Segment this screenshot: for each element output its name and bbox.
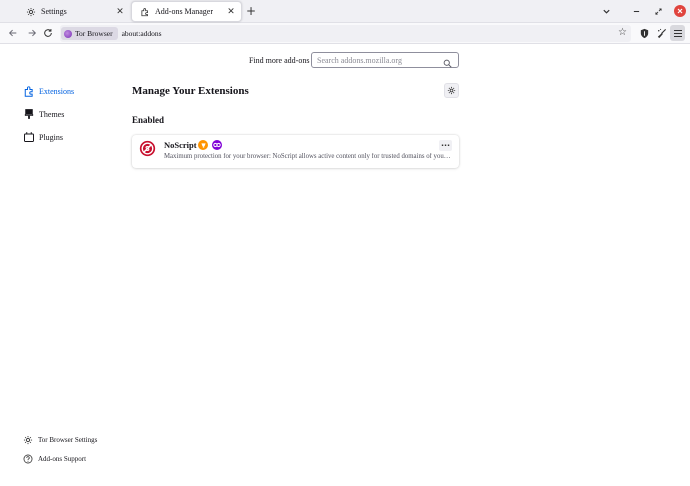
reload-button[interactable] [41, 26, 55, 40]
addon-card-noscript[interactable]: S NoScript Maximum protection for your b… [132, 135, 459, 168]
list-all-tabs-button[interactable] [599, 4, 613, 18]
search-placeholder: Search addons.mozilla.org [317, 55, 402, 65]
bookmark-star-icon[interactable]: ☆ [618, 27, 627, 38]
gear-icon [447, 86, 456, 95]
minimize-button[interactable] [628, 4, 644, 18]
minimize-icon [633, 10, 639, 12]
tab-addons-manager[interactable]: Add-ons Manager ✕ [131, 1, 242, 22]
addon-options-menu-button[interactable]: ··· [439, 140, 452, 151]
sidebar-item-label: Plugins [39, 132, 64, 142]
noscript-logo-icon: S [139, 140, 156, 157]
close-tab-icon[interactable]: ✕ [225, 6, 237, 18]
identity-box[interactable]: Tor Browser [61, 27, 118, 40]
brush-icon [23, 108, 35, 120]
puzzle-icon [23, 85, 35, 97]
new-tab-button[interactable]: + [244, 4, 258, 18]
tab-label: Add-ons Manager [155, 7, 213, 16]
nav-bar: Tor Browser about:addons ☆ [0, 23, 690, 44]
plugin-icon [23, 131, 35, 143]
svg-text:S: S [145, 145, 150, 153]
puzzle-icon [140, 7, 150, 17]
sidebar-item-plugins[interactable]: Plugins [23, 131, 63, 143]
addons-support-link[interactable]: Add-ons Support [23, 454, 86, 464]
search-addons-input[interactable]: Search addons.mozilla.org [311, 52, 459, 68]
addon-name[interactable]: NoScript [164, 140, 197, 150]
window-controls [622, 4, 686, 18]
recommended-badge-icon[interactable] [198, 140, 208, 150]
addons-page: Extensions Themes Plugins Tor Browser Se… [0, 44, 690, 486]
hamburger-icon [673, 29, 682, 31]
close-window-button[interactable] [674, 5, 686, 17]
close-tab-icon[interactable]: ✕ [114, 6, 126, 18]
footer-link-label: Tor Browser Settings [38, 436, 98, 444]
tor-logo-icon [64, 29, 72, 38]
url-bar[interactable]: Tor Browser about:addons ☆ [60, 25, 631, 42]
categories-sidebar: Extensions Themes Plugins Tor Browser Se… [0, 44, 120, 486]
enabled-section-heading: Enabled [132, 115, 165, 125]
tab-label: Settings [41, 7, 67, 16]
security-level-button[interactable] [637, 26, 651, 40]
search-icon [443, 55, 453, 68]
broom-icon [657, 28, 666, 38]
page-title: Manage Your Extensions [132, 85, 249, 97]
gear-icon [26, 7, 36, 17]
new-identity-button[interactable] [654, 26, 668, 40]
tab-settings[interactable]: Settings ✕ [18, 1, 130, 22]
identity-label: Tor Browser [75, 29, 113, 38]
shield-icon [640, 28, 648, 38]
tor-browser-settings-link[interactable]: Tor Browser Settings [23, 435, 97, 445]
addon-description: Maximum protection for your browser: NoS… [164, 153, 452, 160]
sidebar-item-label: Extensions [39, 86, 75, 96]
footer-link-label: Add-ons Support [38, 455, 87, 463]
tab-strip: Settings ✕ Add-ons Manager ✕ + [0, 0, 690, 23]
find-more-addons-label: Find more add-ons [249, 56, 310, 65]
restore-button[interactable] [650, 4, 666, 18]
back-button[interactable] [6, 26, 20, 40]
sidebar-item-label: Themes [39, 109, 65, 119]
private-browsing-badge-icon[interactable] [212, 140, 222, 150]
chevron-down-icon [602, 9, 610, 14]
help-icon [23, 454, 33, 464]
tools-gear-button[interactable] [444, 83, 459, 98]
sidebar-item-extensions[interactable]: Extensions [23, 85, 74, 97]
url-text[interactable]: about:addons [122, 29, 162, 38]
arrow-left-icon [8, 29, 17, 37]
close-icon [677, 8, 683, 14]
gear-icon [23, 435, 33, 445]
forward-button[interactable] [25, 26, 39, 40]
arrow-right-icon [28, 29, 37, 37]
sidebar-item-themes[interactable]: Themes [23, 108, 64, 120]
app-menu-button[interactable] [670, 25, 685, 41]
reload-icon [44, 29, 52, 37]
restore-icon [654, 7, 662, 15]
